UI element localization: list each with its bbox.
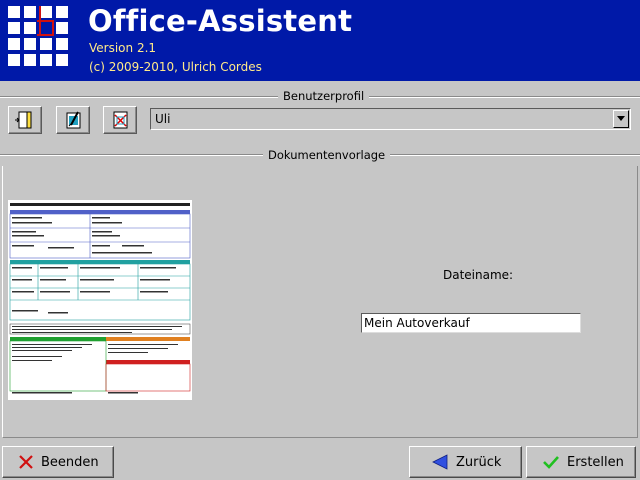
quit-button[interactable]: Beenden: [2, 446, 114, 478]
create-button[interactable]: Erstellen: [526, 446, 636, 478]
template-thumbnail-image: [8, 200, 192, 400]
arrow-left-icon: [432, 454, 448, 470]
checkmark-icon: [543, 456, 559, 469]
quit-button-label: Beenden: [41, 454, 99, 470]
edit-document-icon: [66, 111, 81, 129]
delete-document-icon: [113, 111, 128, 129]
chevron-down-icon: [617, 116, 625, 121]
app-version: Version 2.1: [89, 41, 157, 55]
profile-section-title: Benutzerprofil: [278, 89, 370, 103]
document-section-title: Dokumentenvorlage: [263, 148, 391, 162]
close-icon: [19, 455, 33, 469]
app-title: Office-Assistent: [88, 4, 353, 38]
new-profile-button[interactable]: [8, 106, 42, 134]
profile-select[interactable]: Uli: [150, 108, 631, 130]
filename-input[interactable]: [361, 313, 581, 333]
profile-dropdown-button[interactable]: [613, 110, 629, 128]
app-logo-icon: [8, 6, 68, 66]
delete-profile-button[interactable]: [103, 106, 137, 134]
profile-select-value: Uli: [155, 112, 171, 126]
back-button[interactable]: Zurück: [409, 446, 522, 478]
app-header: Office-Assistent Version 2.1 (c) 2009-20…: [0, 0, 640, 81]
document-preview-thumbnail: [8, 200, 192, 400]
edit-profile-button[interactable]: [56, 106, 90, 134]
new-document-icon: [15, 111, 32, 129]
back-button-label: Zurück: [456, 454, 502, 470]
app-copyright: (c) 2009-2010, Ulrich Cordes: [89, 60, 262, 74]
filename-label: Dateiname:: [443, 268, 514, 282]
create-button-label: Erstellen: [567, 454, 624, 470]
